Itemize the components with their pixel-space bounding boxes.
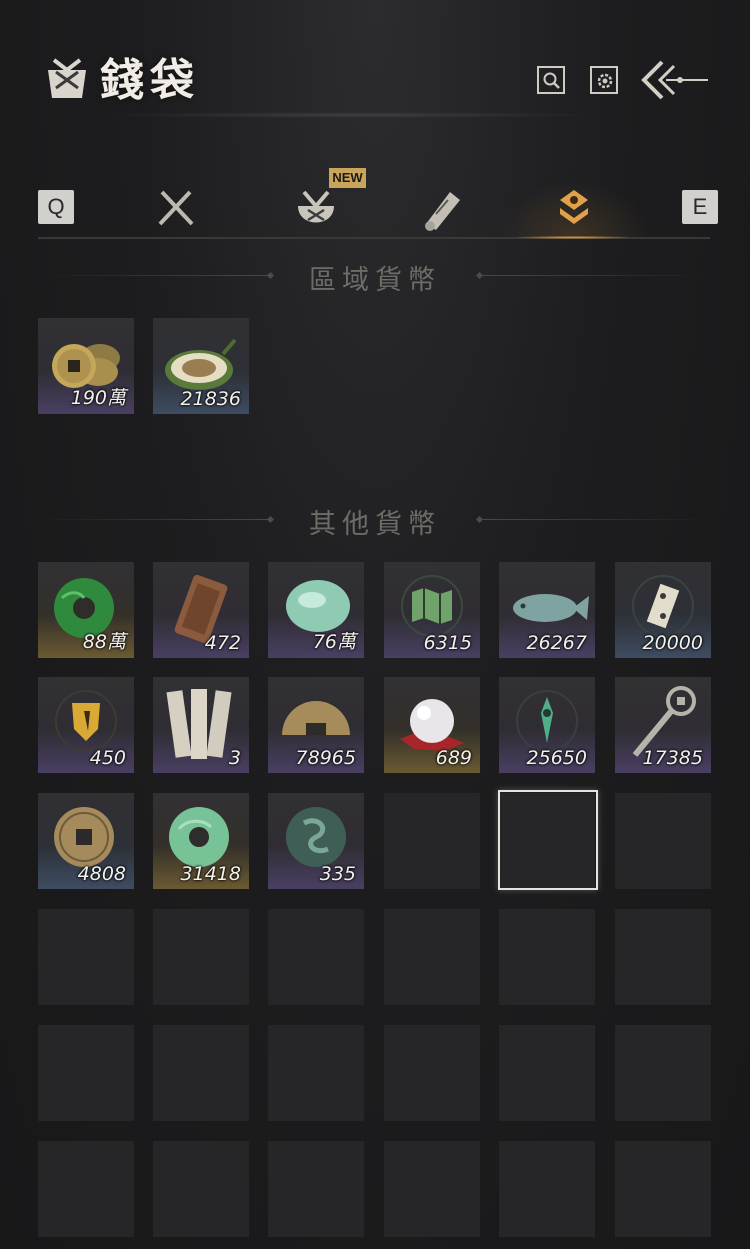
- empty-slot[interactable]: [615, 1141, 711, 1237]
- empty-slot[interactable]: [384, 793, 480, 889]
- tab-equipment[interactable]: [148, 184, 204, 234]
- currency-slot[interactable]: 450: [38, 677, 134, 773]
- empty-slot[interactable]: [499, 1141, 595, 1237]
- currency-slot[interactable]: 21836: [153, 318, 249, 414]
- empty-slot[interactable]: [153, 1141, 249, 1237]
- currency-icon: [560, 190, 588, 224]
- currency-slot[interactable]: 4808: [38, 793, 134, 889]
- empty-slot[interactable]: [384, 1141, 480, 1237]
- empty-slot[interactable]: [268, 909, 364, 1005]
- settings-icon: [597, 73, 613, 89]
- section-title-regional: 區域貨幣: [309, 265, 441, 296]
- currency-slot[interactable]: 472: [153, 562, 249, 658]
- empty-slot[interactable]: [38, 1141, 134, 1237]
- item-quantity: 335: [319, 863, 356, 885]
- item-quantity: 76萬: [312, 631, 356, 653]
- item-quantity: 26267: [526, 632, 587, 654]
- empty-slot[interactable]: [38, 909, 134, 1005]
- search-button[interactable]: [537, 66, 565, 94]
- empty-slot[interactable]: [384, 909, 480, 1005]
- currency-slot[interactable]: 689: [384, 677, 480, 773]
- empty-slot[interactable]: [153, 1025, 249, 1121]
- pouch-icon: [48, 58, 86, 98]
- item-quantity: 88萬: [82, 631, 126, 653]
- tab-currency[interactable]: [546, 184, 602, 234]
- item-quantity: 190萬: [70, 387, 126, 409]
- item-quantity: 472: [204, 632, 241, 654]
- item-quantity: 3: [228, 747, 241, 769]
- currency-slot[interactable]: 6315: [384, 562, 480, 658]
- next-tab-key[interactable]: E: [682, 190, 718, 224]
- currency-slot[interactable]: 31418: [153, 793, 249, 889]
- item-quantity: 689: [435, 747, 472, 769]
- settings-button[interactable]: [590, 66, 618, 94]
- page-title: 錢袋: [100, 55, 200, 106]
- currency-slot[interactable]: 190萬: [38, 318, 134, 414]
- empty-slot[interactable]: [268, 1025, 364, 1121]
- swords-icon: [158, 190, 194, 226]
- separator-line: [482, 275, 710, 276]
- currency-slot[interactable]: 25650: [499, 677, 595, 773]
- separator-line: [482, 519, 710, 520]
- currency-slot[interactable]: 17385: [615, 677, 711, 773]
- empty-slot[interactable]: [615, 793, 711, 889]
- item-quantity: 6315: [423, 632, 472, 654]
- search-icon: [543, 72, 560, 89]
- item-quantity: 20000: [642, 632, 703, 654]
- empty-slot[interactable]: [615, 1025, 711, 1121]
- back-arrow-icon[interactable]: [640, 56, 712, 104]
- empty-slot[interactable]: [499, 1025, 595, 1121]
- item-quantity: 450: [89, 747, 126, 769]
- empty-slot[interactable]: [268, 1141, 364, 1237]
- header-glow: [90, 112, 610, 118]
- item-quantity: 78965: [295, 747, 356, 769]
- empty-slot[interactable]: [384, 1025, 480, 1121]
- active-tab-indicator: [518, 236, 628, 239]
- currency-slot[interactable]: 88萬: [38, 562, 134, 658]
- empty-slot[interactable]: [615, 909, 711, 1005]
- currency-slot[interactable]: 335: [268, 793, 364, 889]
- currency-slot[interactable]: 3: [153, 677, 249, 773]
- currency-slot[interactable]: 26267: [499, 562, 595, 658]
- header: 錢袋: [0, 0, 750, 160]
- scroll-icon: [425, 192, 460, 231]
- bundle-icon: [298, 190, 334, 223]
- item-quantity: 17385: [642, 747, 703, 769]
- tab-bundle[interactable]: [288, 184, 344, 234]
- item-quantity: 31418: [180, 863, 241, 885]
- item-quantity: 21836: [180, 388, 241, 410]
- tab-scroll[interactable]: [414, 184, 470, 234]
- section-title-other: 其他貨幣: [309, 509, 441, 540]
- currency-slot[interactable]: 20000: [615, 562, 711, 658]
- item-quantity: 25650: [526, 747, 587, 769]
- new-badge: NEW: [329, 168, 366, 188]
- currency-slot[interactable]: 76萬: [268, 562, 364, 658]
- prev-tab-key[interactable]: Q: [38, 190, 74, 224]
- selection-cursor: [498, 790, 598, 890]
- currency-slot[interactable]: 78965: [268, 677, 364, 773]
- empty-slot[interactable]: [153, 909, 249, 1005]
- empty-slot[interactable]: [38, 1025, 134, 1121]
- empty-slot[interactable]: [499, 909, 595, 1005]
- item-quantity: 4808: [77, 863, 126, 885]
